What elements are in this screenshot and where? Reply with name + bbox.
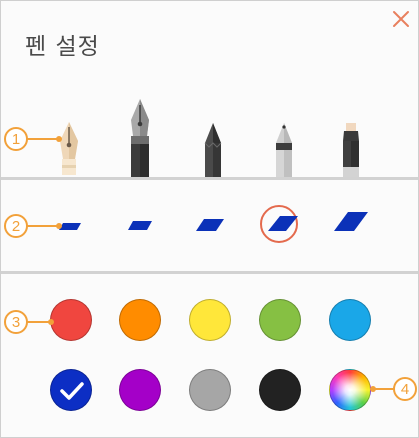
- check-icon: [60, 382, 84, 400]
- color-swatch-gray[interactable]: [189, 369, 231, 411]
- divider: [1, 271, 418, 274]
- callout-3-icon: 3: [4, 310, 54, 334]
- color-swatch-navy-selected[interactable]: [50, 369, 92, 411]
- color-swatch-orange[interactable]: [119, 299, 161, 341]
- callout-2-icon: 2: [4, 214, 62, 238]
- callout-1-icon: 1: [4, 127, 62, 151]
- callout-number: 4: [401, 381, 409, 398]
- callout-4-icon: 4: [370, 377, 417, 401]
- thickness-option-4[interactable]: [265, 213, 301, 235]
- pen-settings-panel: 펜 설정 1 2 3 4: [0, 0, 419, 438]
- callout-number: 3: [12, 314, 20, 331]
- page-title: 펜 설정: [25, 34, 100, 60]
- thickness-option-3[interactable]: [193, 217, 227, 235]
- color-swatch-purple[interactable]: [119, 369, 161, 411]
- thickness-option-5[interactable]: [331, 209, 371, 235]
- color-swatch-yellow[interactable]: [189, 299, 231, 341]
- divider: [1, 177, 418, 180]
- callout-number: 2: [12, 218, 20, 235]
- pen-fountain-black[interactable]: [122, 96, 158, 180]
- color-swatch-green[interactable]: [259, 299, 301, 341]
- thickness-option-2[interactable]: [125, 219, 155, 233]
- color-wheel-icon[interactable]: [329, 369, 371, 411]
- callout-number: 1: [12, 131, 20, 148]
- color-swatch-black[interactable]: [259, 369, 301, 411]
- pen-ballpoint[interactable]: [269, 119, 299, 180]
- color-swatch-blue[interactable]: [329, 299, 371, 341]
- close-icon[interactable]: [389, 7, 413, 31]
- pen-pencil[interactable]: [198, 119, 228, 180]
- pen-marker[interactable]: [336, 119, 366, 180]
